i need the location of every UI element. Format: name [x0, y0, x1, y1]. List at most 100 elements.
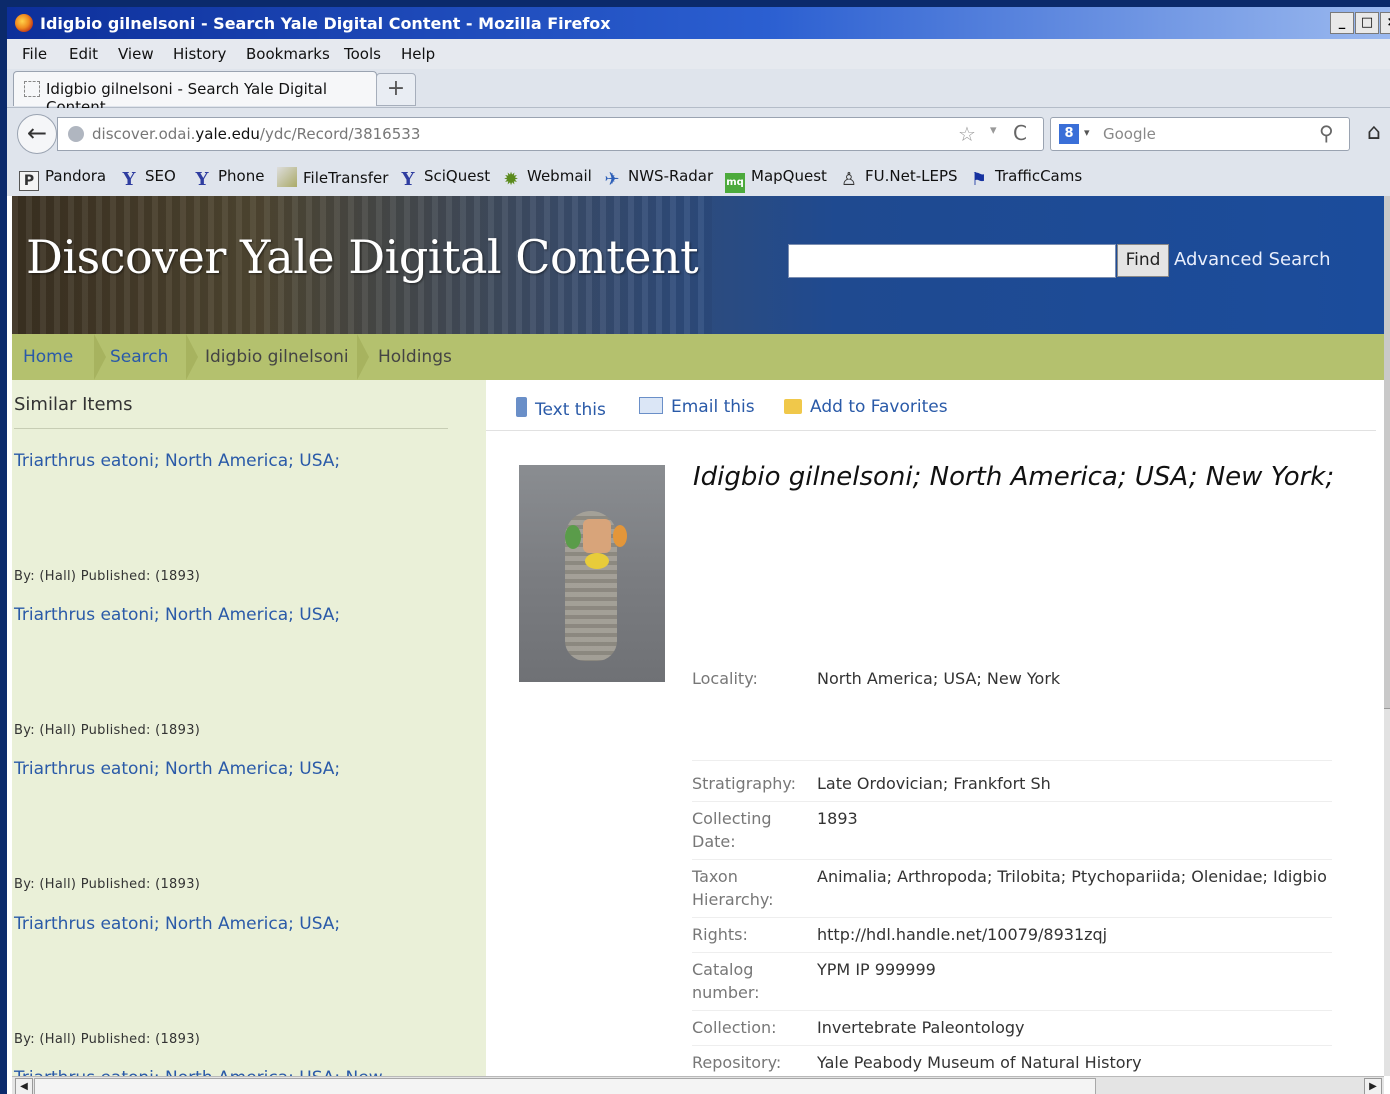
bookmark-fu-net-leps[interactable]: ♙ FU.Net-LEPS: [839, 167, 958, 190]
field-value-repository: Yale Peabody Museum of Natural History: [817, 1053, 1142, 1072]
menu-bar: File Edit View History Bookmarks Tools H…: [7, 39, 1390, 69]
similar-item-link[interactable]: Triarthrus eatoni; North America; USA;: [14, 759, 474, 779]
field-value-rights[interactable]: http://hdl.handle.net/10079/8931zqj: [817, 923, 1107, 946]
similar-items-sidebar: Similar Items Triarthrus eatoni; North A…: [12, 380, 486, 1076]
bookmark-star-icon[interactable]: ☆: [958, 122, 976, 146]
scroll-right-arrow-icon[interactable]: ▶: [1364, 1078, 1382, 1094]
search-placeholder: Google: [1103, 125, 1156, 143]
menu-view[interactable]: View: [118, 45, 154, 63]
flag-icon: ⚑: [970, 169, 988, 190]
reload-icon[interactable]: C: [1013, 121, 1027, 145]
field-label-stratigraphy: Stratigraphy:: [692, 774, 797, 793]
bookmark-filetransfer[interactable]: FileTransfer: [277, 167, 388, 187]
bookmark-nws-radar[interactable]: ✈ NWS-Radar: [602, 167, 713, 190]
email-this-link[interactable]: Email this: [639, 397, 755, 417]
list-item: Triarthrus eatoni; North America; USA; B…: [14, 914, 474, 1047]
home-icon[interactable]: ⌂: [1367, 120, 1381, 145]
field-value-taxon-hierarchy: Animalia; Arthropoda; Trilobita; Ptychop…: [817, 867, 1327, 886]
menu-help[interactable]: Help: [401, 45, 435, 63]
vertical-scroll-thumb[interactable]: [1384, 196, 1390, 709]
site-title[interactable]: Discover Yale Digital Content: [26, 230, 699, 284]
tab-strip: Idigbio gilnelsoni - Search Yale Digital…: [7, 69, 1390, 116]
pandora-icon: P: [19, 171, 39, 191]
menu-file[interactable]: File: [22, 45, 47, 63]
list-item: Triarthrus eatoni; North America; USA; B…: [14, 451, 474, 584]
horizontal-scroll-thumb[interactable]: [34, 1078, 1096, 1094]
scroll-left-arrow-icon[interactable]: ◀: [15, 1078, 33, 1094]
field-label-rights: Rights:: [692, 925, 748, 944]
list-item: Triarthrus eatoni; North America; USA; B…: [14, 605, 474, 738]
similar-item-byline: By: (Hall) Published: (1893): [14, 877, 201, 892]
navigation-toolbar: ← discover.odai.yale.edu/ydc/Record/3816…: [7, 108, 1390, 158]
record-actions: Text this Email this Add to Favorites: [486, 380, 1376, 431]
text-this-link[interactable]: Text this: [516, 397, 606, 420]
field-label-locality: Locality:: [692, 669, 758, 688]
title-bar: Idigbio gilnelsoni - Search Yale Digital…: [7, 7, 1390, 39]
specimen-thumbnail[interactable]: [519, 465, 665, 682]
search-engine-icon[interactable]: 8: [1059, 124, 1079, 144]
divider: [692, 760, 1332, 761]
bookmark-webmail[interactable]: ✹ Webmail: [501, 167, 591, 190]
field-value-collection: Invertebrate Paleontology: [817, 1018, 1025, 1037]
similar-item-byline: By: (Hall) Published: (1893): [14, 1032, 201, 1047]
back-button[interactable]: ←: [17, 114, 57, 154]
close-button[interactable]: ×: [1380, 12, 1390, 34]
search-engine-dropdown-icon[interactable]: ▾: [1084, 126, 1090, 139]
envelope-icon: [639, 397, 663, 414]
radar-icon: ✈: [604, 169, 620, 190]
divider: [692, 859, 1332, 860]
similar-item-link[interactable]: Triarthrus eatoni; North America; USA;: [14, 605, 474, 625]
menu-bookmarks[interactable]: Bookmarks: [246, 45, 330, 63]
similar-item-link[interactable]: Triarthrus eatoni; North America; USA;: [14, 451, 474, 471]
bookmark-phone[interactable]: Y Phone: [192, 167, 265, 190]
divider: [14, 428, 448, 429]
similar-item-byline: By: (Hall) Published: (1893): [14, 569, 201, 584]
find-button[interactable]: Find: [1117, 244, 1169, 277]
similar-item-byline: By: (Hall) Published: (1893): [14, 723, 201, 738]
tab-current[interactable]: Idigbio gilnelsoni - Search Yale Digital…: [13, 71, 377, 116]
field-label-catalog-number: Catalog number:: [692, 960, 760, 1002]
breadcrumb-separator: [186, 334, 200, 380]
breadcrumb-record: Idigbio gilnelsoni: [205, 347, 349, 367]
maximize-button[interactable]: □: [1355, 12, 1379, 34]
divider: [692, 801, 1332, 802]
bookmark-pandora[interactable]: P Pandora: [19, 167, 106, 191]
filetransfer-icon: [277, 167, 297, 187]
field-value-collecting-date: 1893: [817, 809, 858, 828]
bookmark-seo[interactable]: Y SEO: [119, 167, 176, 190]
site-search-input[interactable]: [788, 244, 1116, 278]
folder-star-icon: [784, 399, 802, 414]
horizontal-scrollbar[interactable]: ◀ ▶: [12, 1076, 1384, 1094]
image-detail: [613, 525, 627, 547]
bookmark-mapquest[interactable]: mq MapQuest: [725, 167, 827, 193]
url-bar[interactable]: discover.odai.yale.edu/ydc/Record/381653…: [57, 117, 1044, 151]
bookmark-trafficcams[interactable]: ⚑ TrafficCams: [969, 167, 1082, 190]
search-icon[interactable]: ⚲: [1319, 121, 1334, 145]
bookmark-sciquest[interactable]: Y SciQuest: [398, 167, 491, 190]
search-bar[interactable]: 8 ▾ Google ⚲: [1050, 117, 1350, 151]
url-text: discover.odai.yale.edu/ydc/Record/381653…: [92, 125, 421, 143]
window-title: Idigbio gilnelsoni - Search Yale Digital…: [40, 14, 611, 33]
similar-item-link[interactable]: Triarthrus eatoni; North America; USA;: [14, 914, 474, 934]
new-tab-button[interactable]: +: [376, 73, 416, 106]
yahoo-icon: Y: [195, 169, 209, 190]
breadcrumb-search[interactable]: Search: [110, 347, 168, 367]
vertical-scrollbar[interactable]: [1384, 196, 1390, 1076]
breadcrumb-holdings[interactable]: Holdings: [378, 347, 452, 367]
url-dropdown-icon[interactable]: ▾: [990, 123, 997, 138]
advanced-search-link[interactable]: Advanced Search: [1174, 249, 1330, 270]
breadcrumb: Home Search Idigbio gilnelsoni Holdings: [12, 334, 1384, 380]
field-label-repository: Repository:: [692, 1053, 782, 1072]
similar-item-link[interactable]: Triarthrus eatoni; North America; USA; N…: [14, 1068, 474, 1076]
webmail-icon: ✹: [503, 169, 519, 190]
menu-tools[interactable]: Tools: [344, 45, 381, 63]
field-label-collecting-date: Collecting Date:: [692, 809, 772, 851]
menu-history[interactable]: History: [173, 45, 226, 63]
divider: [692, 1045, 1332, 1046]
minimize-button[interactable]: _: [1330, 12, 1354, 34]
site-identity-icon[interactable]: [68, 126, 84, 142]
record-panel: Text this Email this Add to Favorites Id…: [486, 380, 1384, 1076]
add-to-favorites-link[interactable]: Add to Favorites: [784, 397, 948, 417]
breadcrumb-home[interactable]: Home: [23, 347, 73, 367]
menu-edit[interactable]: Edit: [69, 45, 98, 63]
